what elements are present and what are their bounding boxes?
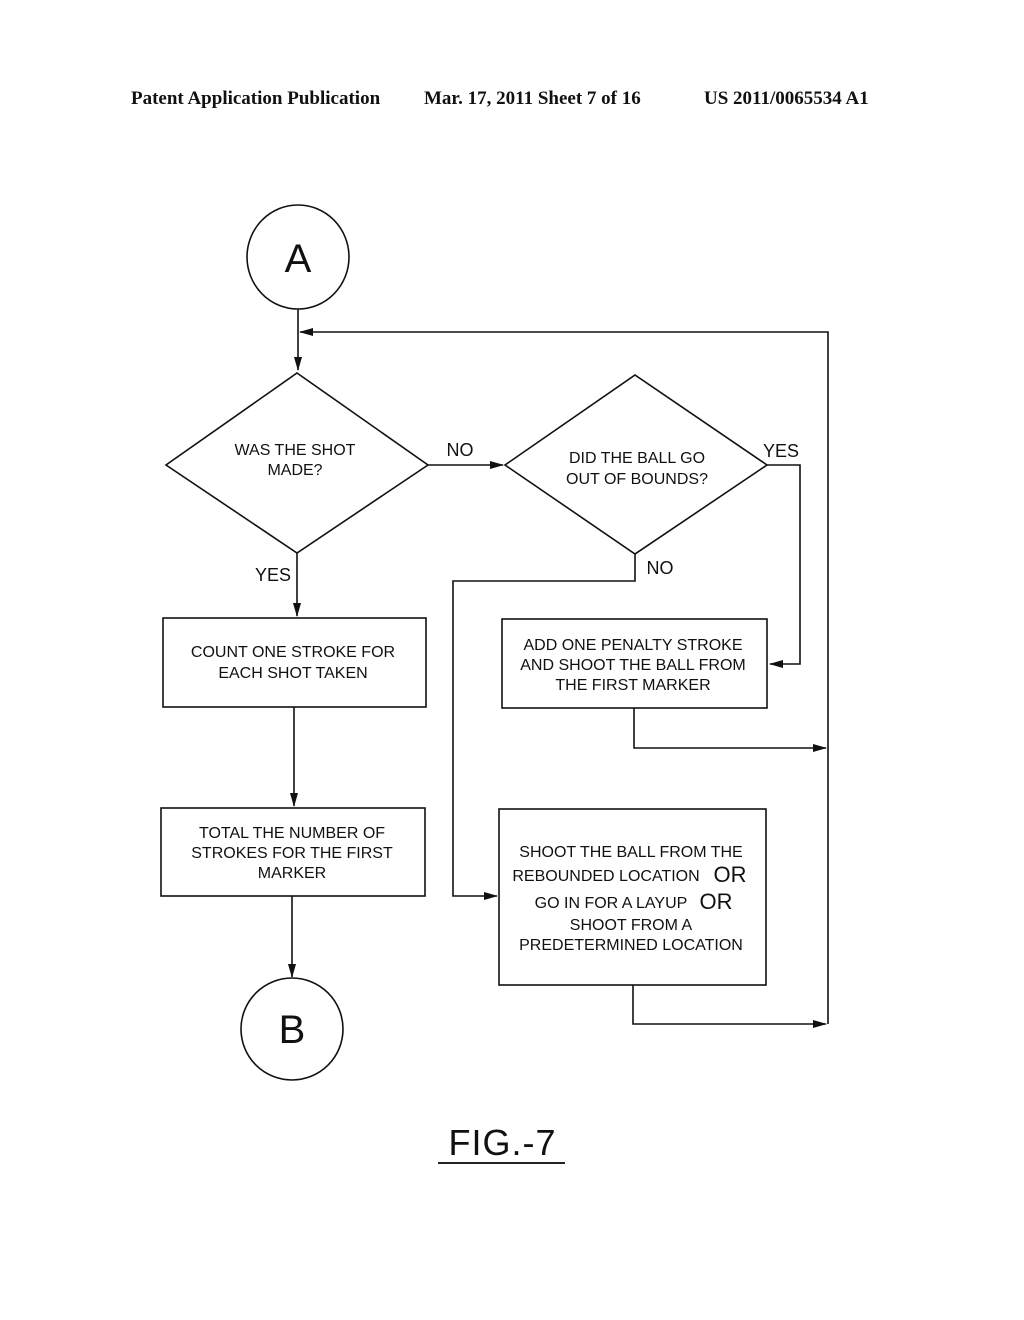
edge-label-no: NO xyxy=(447,440,474,460)
connector-a-label: A xyxy=(285,237,312,281)
box-count-strokes xyxy=(162,617,427,708)
arrow-rebound-to-loop xyxy=(632,985,827,1028)
arrow-penalty-to-loop xyxy=(633,708,827,752)
figure-label-underline xyxy=(438,1162,565,1164)
box-total-line1: TOTAL THE NUMBER OF xyxy=(199,825,385,842)
box-total-line2: STROKES FOR THE FIRST xyxy=(191,845,393,862)
decision-oob-line1: DID THE BALL GO xyxy=(569,450,705,467)
box-count-line2: EACH SHOT TAKEN xyxy=(218,665,367,682)
box-rebound-line2: REBOUNDED LOCATION xyxy=(512,868,699,885)
connector-b-label: B xyxy=(279,1008,306,1052)
edge-label-oob-no: NO xyxy=(647,558,674,578)
figure-label: FIG.-7 xyxy=(448,1122,557,1163)
box-rebound-line3: GO IN FOR A LAYUP xyxy=(535,895,688,912)
box-penalty-line1: ADD ONE PENALTY STROKE xyxy=(523,637,742,654)
arrow-yes-to-penalty xyxy=(767,464,801,668)
box-penalty-line3: THE FIRST MARKER xyxy=(555,677,710,694)
box-rebound-or2: OR xyxy=(700,889,733,914)
box-rebound-line1: SHOOT THE BALL FROM THE xyxy=(519,844,742,861)
box-rebound-line4: SHOOT FROM A xyxy=(570,917,693,934)
box-total-line3: MARKER xyxy=(258,865,326,882)
box-rebound-or1: OR xyxy=(714,862,747,887)
box-rebound-line5: PREDETERMINED LOCATION xyxy=(519,937,743,954)
box-penalty-line2: AND SHOOT THE BALL FROM xyxy=(520,657,746,674)
box-count-line1: COUNT ONE STROKE FOR xyxy=(191,644,395,661)
decision-shot-made-line2: MADE? xyxy=(267,462,322,479)
decision-shot-made-line1: WAS THE SHOT xyxy=(235,442,356,459)
edge-label-oob-yes: YES xyxy=(763,441,799,461)
edge-label-yes: YES xyxy=(255,565,291,585)
decision-oob-line2: OUT OF BOUNDS? xyxy=(566,471,708,488)
